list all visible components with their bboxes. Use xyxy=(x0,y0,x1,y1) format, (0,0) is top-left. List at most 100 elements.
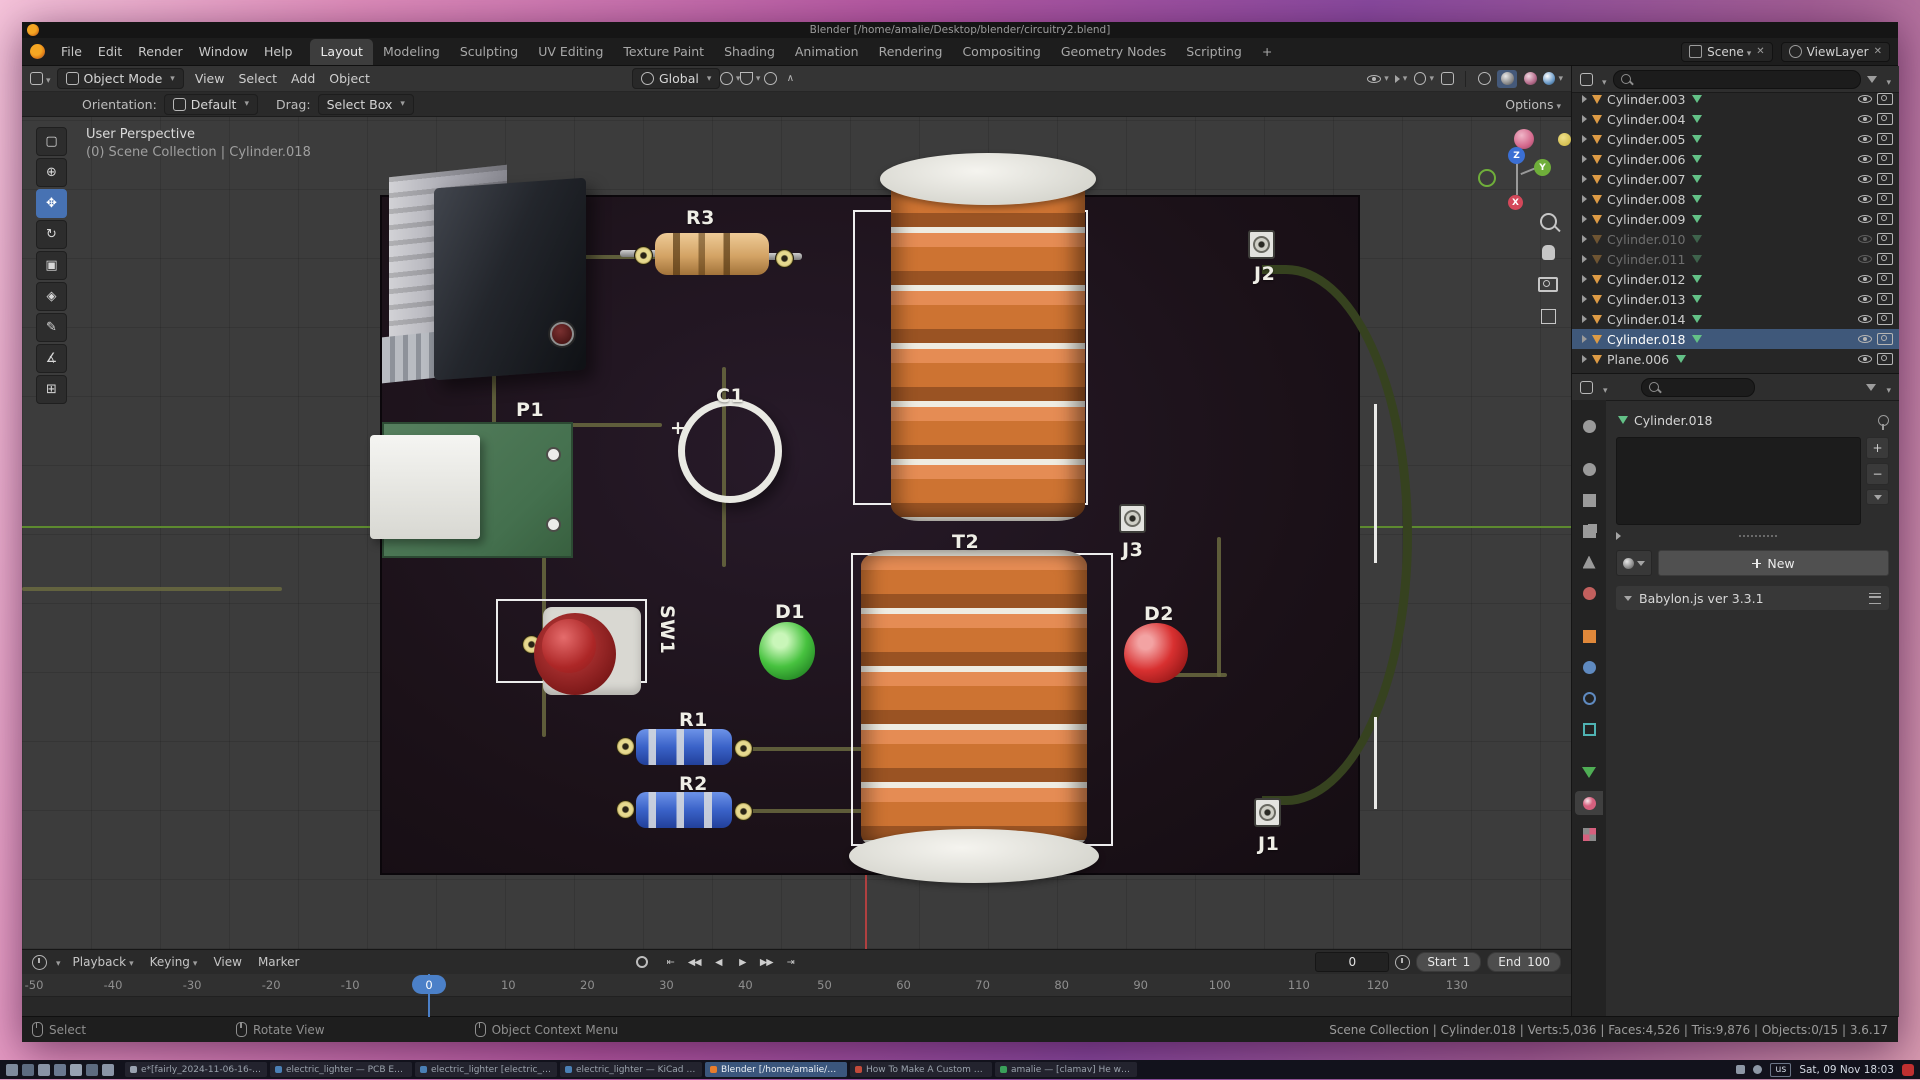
editor-type-icon[interactable] xyxy=(30,72,43,85)
disable-in-renders-toggle[interactable] xyxy=(1877,113,1893,125)
workspace-tab[interactable]: Compositing xyxy=(952,39,1050,65)
outliner-row[interactable]: Cylinder.012 xyxy=(1572,269,1899,289)
object-name[interactable]: Cylinder.007 xyxy=(1607,172,1685,187)
remove-slot-button[interactable]: − xyxy=(1866,463,1889,485)
viewport-menu-item[interactable]: View xyxy=(188,68,232,89)
disable-in-renders-toggle[interactable] xyxy=(1877,293,1893,305)
object-name[interactable]: Cylinder.004 xyxy=(1607,112,1685,127)
remove-viewlayer-icon[interactable]: ✕ xyxy=(1874,46,1882,57)
resistor-r3-object[interactable] xyxy=(655,233,769,275)
tool-button[interactable]: ⊞ xyxy=(36,375,67,404)
disable-in-renders-toggle[interactable] xyxy=(1877,333,1893,345)
object-name[interactable]: Cylinder.011 xyxy=(1607,252,1685,267)
current-frame-field[interactable]: 0 xyxy=(1315,952,1389,972)
properties-tab[interactable] xyxy=(1575,414,1603,438)
disable-in-renders-toggle[interactable] xyxy=(1877,193,1893,205)
timeline-ruler[interactable]: -50-40-30-20-100102030405060708090100110… xyxy=(22,974,1571,1017)
workspace-tab[interactable]: Shading xyxy=(714,39,785,65)
gizmo-x-axis[interactable]: X xyxy=(1508,195,1523,210)
properties-tab[interactable] xyxy=(1575,581,1603,605)
taskbar-window-button[interactable]: electric_lighter — KiCad 8.0 xyxy=(560,1062,702,1077)
properties-tab[interactable] xyxy=(1575,519,1603,543)
transistor-object[interactable] xyxy=(434,178,586,381)
section-menu-icon[interactable] xyxy=(1869,593,1881,604)
transport-button[interactable]: ◀◀ xyxy=(683,954,705,971)
taskbar-window-button[interactable]: How To Make A Custom UMP Shaver With DIY… xyxy=(850,1062,992,1077)
outliner-display-mode-caret[interactable] xyxy=(1599,70,1607,89)
hide-in-viewport-toggle[interactable] xyxy=(1858,273,1872,285)
outliner-row[interactable]: Cylinder.013 xyxy=(1572,289,1899,309)
shading-wireframe-button[interactable] xyxy=(1474,70,1494,88)
jack-j1-object[interactable] xyxy=(1254,798,1281,827)
expand-icon[interactable] xyxy=(1582,315,1587,323)
viewport-menu-item[interactable]: Add xyxy=(284,68,322,89)
auto-keying-toggle[interactable] xyxy=(631,954,653,971)
object-name[interactable]: Cylinder.012 xyxy=(1607,272,1685,287)
outliner-row[interactable]: Cylinder.014 xyxy=(1572,309,1899,329)
shading-material-button[interactable] xyxy=(1520,70,1540,88)
expand-icon[interactable] xyxy=(1582,335,1587,343)
outliner-editor-icon[interactable] xyxy=(1580,73,1593,86)
transform-orientation-dropdown[interactable]: Global xyxy=(632,68,720,89)
taskbar-window-button[interactable]: electric_lighter — PCB Editor xyxy=(270,1062,412,1077)
properties-tab[interactable] xyxy=(1575,717,1603,741)
expand-icon[interactable] xyxy=(1582,355,1587,363)
material-section-header[interactable]: Babylon.js ver 3.3.1 xyxy=(1616,586,1889,610)
object-name[interactable]: Cylinder.013 xyxy=(1607,292,1685,307)
outliner-row[interactable]: Cylinder.018 xyxy=(1572,329,1899,349)
frame-start-field[interactable]: Start 1 xyxy=(1416,952,1481,972)
workspace-tab[interactable]: + xyxy=(1252,39,1282,65)
disable-in-renders-toggle[interactable] xyxy=(1877,133,1893,145)
tool-button[interactable]: ✎ xyxy=(36,313,67,342)
properties-tab[interactable] xyxy=(1575,457,1603,481)
browse-material-dropdown[interactable] xyxy=(1616,550,1652,576)
shading-solid-button[interactable] xyxy=(1497,70,1517,88)
properties-filter-icon[interactable] xyxy=(1866,384,1876,391)
expand-icon[interactable] xyxy=(1582,155,1587,163)
disable-in-renders-toggle[interactable] xyxy=(1877,273,1893,285)
menu-item[interactable]: Render xyxy=(130,41,191,62)
timeline-editor-caret[interactable] xyxy=(53,955,61,969)
tool-button[interactable]: ⊕ xyxy=(36,158,67,187)
disable-in-renders-toggle[interactable] xyxy=(1877,313,1893,325)
hide-in-viewport-toggle[interactable] xyxy=(1858,293,1872,305)
workspace-tab[interactable]: Scripting xyxy=(1176,39,1252,65)
frame-end-field[interactable]: End 100 xyxy=(1487,952,1561,972)
outliner-row[interactable]: Cylinder.007 xyxy=(1572,169,1899,189)
workspace-tab[interactable]: Geometry Nodes xyxy=(1051,39,1176,65)
properties-filter-caret[interactable] xyxy=(1883,378,1891,397)
disable-in-renders-toggle[interactable] xyxy=(1877,93,1893,105)
blender-menu-icon[interactable] xyxy=(30,44,45,59)
expand-icon[interactable] xyxy=(1582,95,1587,103)
overlays-dropdown[interactable] xyxy=(1414,70,1434,88)
outliner-row[interactable]: Plane.006 xyxy=(1572,349,1899,369)
proportional-editing-toggle[interactable] xyxy=(760,70,780,88)
workspace-tab[interactable]: Modeling xyxy=(373,39,450,65)
timeline-menu-item[interactable]: Playback xyxy=(67,953,140,971)
expand-icon[interactable] xyxy=(1582,215,1587,223)
outliner-row[interactable]: Cylinder.009 xyxy=(1572,209,1899,229)
tool-button[interactable]: ✥ xyxy=(36,189,67,218)
taskbar-window-button[interactable]: Blender [/home/amalie/Desktop/blender/ci… xyxy=(705,1062,847,1077)
xray-toggle[interactable] xyxy=(1437,70,1457,88)
menu-item[interactable]: Help xyxy=(256,41,301,62)
navigation-gizmo[interactable]: Z Y X xyxy=(1474,139,1558,223)
options-dropdown[interactable]: Options xyxy=(1505,97,1561,112)
shading-rendered-button[interactable] xyxy=(1543,70,1563,88)
properties-editor-icon[interactable] xyxy=(1580,381,1593,394)
snap-dropdown[interactable] xyxy=(740,70,760,88)
add-slot-button[interactable]: + xyxy=(1866,437,1889,459)
properties-tab[interactable] xyxy=(1575,488,1603,512)
led-d1-object[interactable] xyxy=(759,622,815,680)
viewport-menu-item[interactable]: Select xyxy=(231,68,284,89)
timeline-menu-item[interactable]: Marker xyxy=(252,953,305,971)
outliner-search-input[interactable] xyxy=(1613,70,1862,89)
coil-bottom-object[interactable] xyxy=(861,550,1087,850)
gizmo-z-axis[interactable]: Z xyxy=(1508,147,1525,164)
expand-icon[interactable] xyxy=(1582,175,1587,183)
keyboard-layout-indicator[interactable]: us xyxy=(1770,1063,1791,1077)
properties-tab[interactable] xyxy=(1575,686,1603,710)
object-name[interactable]: Cylinder.018 xyxy=(1607,332,1685,347)
pan-control[interactable] xyxy=(1536,245,1560,260)
tray-icon[interactable] xyxy=(1753,1065,1762,1074)
